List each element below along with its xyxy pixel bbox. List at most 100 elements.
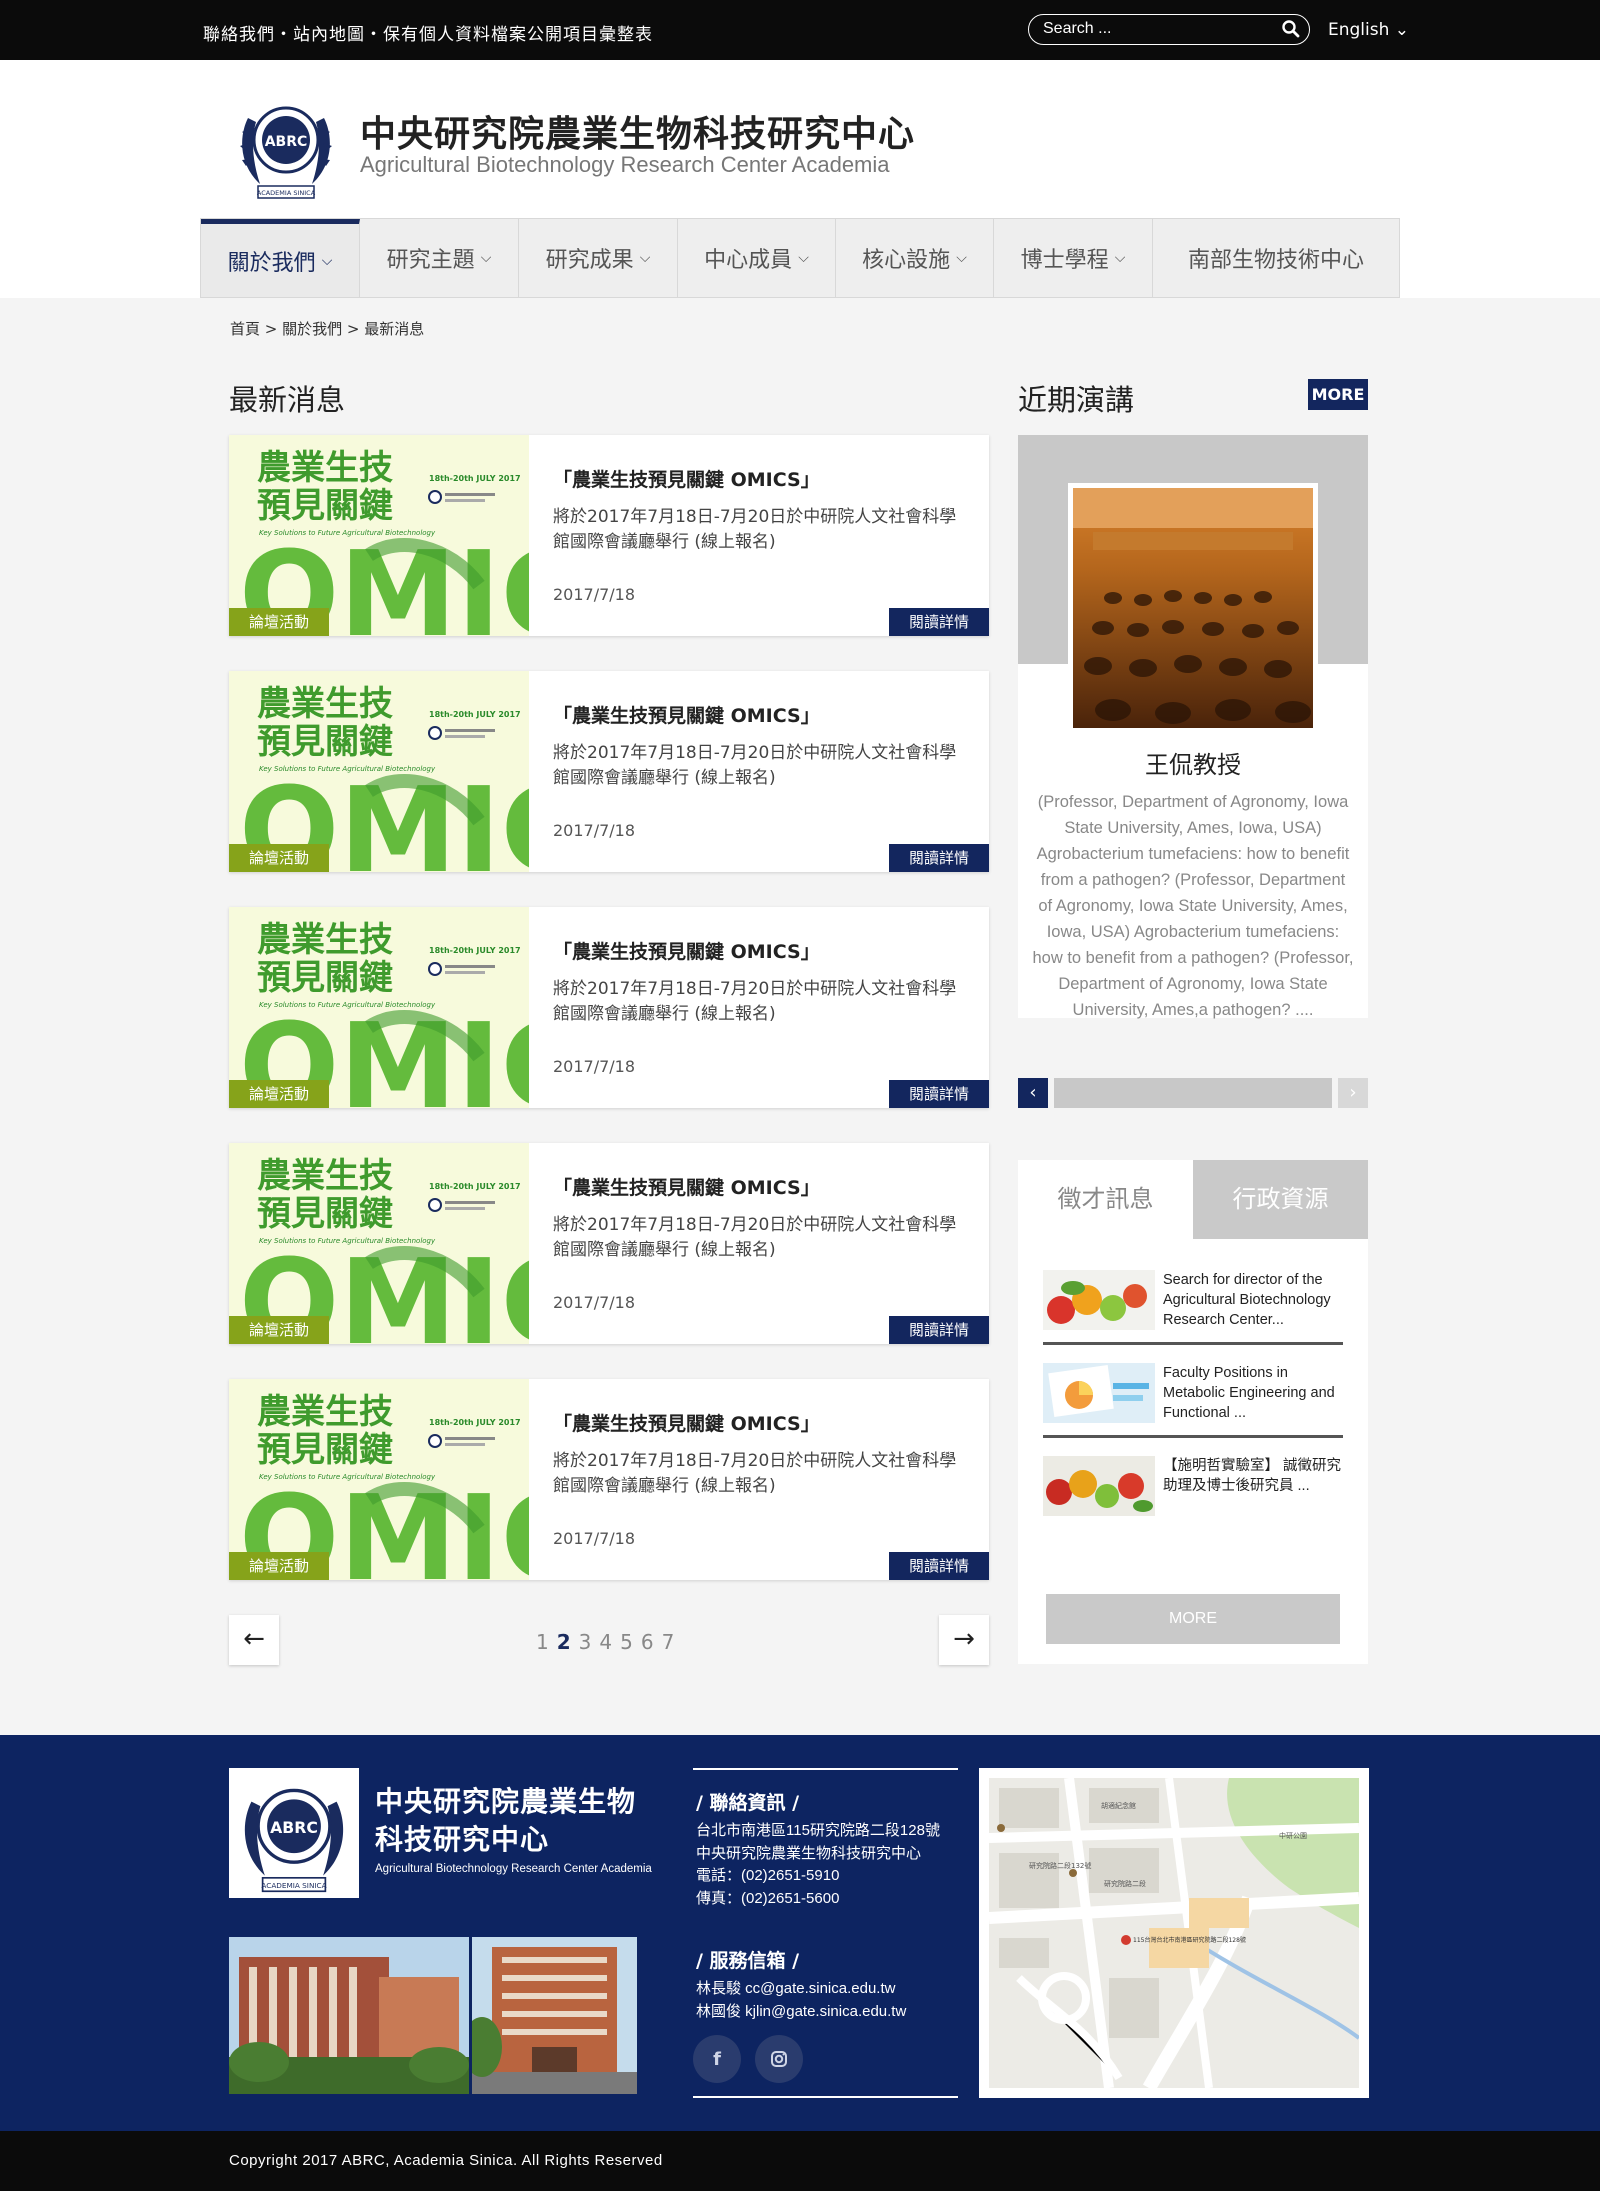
nav-item-members[interactable]: 中心成員 ⌵ <box>678 219 836 297</box>
page-number[interactable]: 5 <box>620 1630 641 1654</box>
main-nav-wrapper: 關於我們 ⌵ 研究主題 ⌵ 研究成果 ⌵ 中心成員 ⌵ 核心設施 ⌵ 博士學程 ⌵ 南部生物… <box>0 218 1600 298</box>
footer-title: 中央研究院農業生物科技研究中心 <box>375 1785 637 1856</box>
page-number[interactable]: 4 <box>599 1630 620 1654</box>
news-item[interactable]: 農業生技 預見關鍵 18th-20th JULY 2017 Key Soluti… <box>229 435 989 636</box>
prev-page-button[interactable]: ← <box>229 1615 279 1665</box>
read-more-button[interactable]: 閱讀詳情 <box>889 608 989 636</box>
news-title[interactable]: 「農業生技預見關鍵 OMICS」 <box>553 701 820 728</box>
news-thumbnail[interactable]: 農業生技 預見關鍵 18th-20th JULY 2017 Key Soluti… <box>229 907 529 1108</box>
poster-line: 預見關鍵 <box>257 958 393 998</box>
building-photo <box>472 1937 637 2094</box>
next-page-button[interactable]: → <box>939 1615 989 1665</box>
slider-prev-button[interactable]: ‹ <box>1018 1078 1048 1108</box>
copyright-text: Copyright 2017 ABRC, Academia Sinica. Al… <box>229 2152 663 2169</box>
news-item[interactable]: 農業生技 預見關鍵 18th-20th JULY 2017 Key Soluti… <box>229 1143 989 1344</box>
nav-label: 研究主題 <box>386 248 475 273</box>
abrc-logo[interactable]: ABRC ACADEMIA SINICA <box>228 88 344 204</box>
info-tabs: 徵才訊息 行政資源 Search for director of the Agr… <box>1018 1160 1368 1664</box>
location-map[interactable]: 胡適紀念館 研究院路二段132號 研究院路二段 115台灣台北市南港區研究院路二… <box>979 1768 1369 2098</box>
facebook-icon[interactable]: f <box>693 2035 741 2083</box>
language-selector[interactable]: English ⌄ <box>1328 20 1409 40</box>
instagram-icon[interactable] <box>755 2035 803 2083</box>
lectures-more-button[interactable]: MORE <box>1308 379 1368 410</box>
map-label: 研究院路二段132號 <box>1029 1861 1091 1870</box>
page-number[interactable]: 6 <box>641 1630 662 1654</box>
news-thumbnail[interactable]: 農業生技 預見關鍵 18th-20th JULY 2017 Key Soluti… <box>229 435 529 636</box>
read-more-button[interactable]: 閱讀詳情 <box>889 844 989 872</box>
search-box[interactable] <box>1028 14 1310 45</box>
map-label: 中研公園 <box>1279 1831 1307 1840</box>
breadcrumb[interactable]: 首頁 > 關於我們 > 最新消息 <box>230 318 424 339</box>
nav-item-core-facilities[interactable]: 核心設施 ⌵ <box>836 219 994 297</box>
poster-line: 農業生技 <box>257 1392 393 1432</box>
news-tag: 論壇活動 <box>229 1080 329 1108</box>
job-thumbnail <box>1043 1363 1155 1423</box>
building-photo <box>229 1937 469 2094</box>
tab-admin-resources[interactable]: 行政資源 <box>1193 1160 1368 1239</box>
map-image[interactable]: 胡適紀念館 研究院路二段132號 研究院路二段 115台灣台北市南港區研究院路二… <box>988 1777 1361 2092</box>
utility-links[interactable]: 聯絡我們・站內地圖・保有個人資料檔案公開項目彙整表 <box>203 20 653 45</box>
news-thumbnail[interactable]: 農業生技 預見關鍵 18th-20th JULY 2017 Key Soluti… <box>229 1379 529 1580</box>
read-more-button[interactable]: 閱讀詳情 <box>889 1316 989 1344</box>
footer-logo[interactable]: ABRC ACADEMIA SINICA <box>229 1768 359 1898</box>
news-title[interactable]: 「農業生技預見關鍵 OMICS」 <box>553 1173 820 1200</box>
address-line: 中央研究院農業生物科技研究中心 <box>696 1844 922 1862</box>
search-input[interactable] <box>1043 20 1263 38</box>
news-title[interactable]: 「農業生技預見關鍵 OMICS」 <box>553 465 820 492</box>
news-title[interactable]: 「農業生技預見關鍵 OMICS」 <box>553 937 820 964</box>
lecture-description: (Professor, Department of Agronomy, Iowa… <box>1032 793 1354 1019</box>
contact-column: / 聯絡資訊 / 台北市南港區115研究院路二段128號 中央研究院農業生物科技… <box>693 1768 958 2098</box>
site-title[interactable]: 中央研究院農業生物科技研究中心 <box>360 105 915 157</box>
nav-item-about[interactable]: 關於我們 ⌵ <box>201 219 360 297</box>
tab-jobs[interactable]: 徵才訊息 <box>1018 1160 1193 1239</box>
news-description: 將於2017年7月18日-7月20日於中研院人文社會科學館國際會議廳舉行 (線上… <box>553 1451 957 1496</box>
nav-label: 南部生物技術中心 <box>1187 248 1364 273</box>
search-icon[interactable] <box>1281 19 1301 39</box>
news-description: 將於2017年7月18日-7月20日於中研院人文社會科學館國際會議廳舉行 (線上… <box>553 1215 957 1260</box>
read-more-button[interactable]: 閱讀詳情 <box>889 1080 989 1108</box>
jobs-more-button[interactable]: MORE <box>1046 1594 1340 1644</box>
job-item[interactable]: 【施明哲實驗室】 誠徵研究助理及博士後研究員 ... <box>1043 1438 1343 1531</box>
news-description: 將於2017年7月18日-7月20日於中研院人文社會科學館國際會議廳舉行 (線上… <box>553 979 957 1024</box>
news-item[interactable]: 農業生技 預見關鍵 18th-20th JULY 2017 Key Soluti… <box>229 671 989 872</box>
page-number[interactable]: 7 <box>662 1630 683 1654</box>
poster-date: 18th-20th JULY 2017 <box>429 710 521 719</box>
nav-item-southern-center[interactable]: 南部生物技術中心 <box>1153 219 1399 297</box>
map-label: 115台灣台北市南港區研究院路二段128號 <box>1133 1936 1246 1944</box>
news-item[interactable]: 農業生技 預見關鍵 18th-20th JULY 2017 Key Soluti… <box>229 907 989 1108</box>
lecture-card[interactable]: 王侃教授 (Professor, Department of Agronomy,… <box>1018 435 1368 1019</box>
speaker-name[interactable]: 王侃教授 <box>1018 745 1368 780</box>
chevron-down-icon: ⌄ <box>1389 20 1410 40</box>
nav-item-phd-program[interactable]: 博士學程 ⌵ <box>994 219 1153 297</box>
logo-subtext: ACADEMIA SINICA <box>257 189 316 197</box>
page-number[interactable]: 3 <box>579 1630 600 1654</box>
read-more-button[interactable]: 閱讀詳情 <box>889 1552 989 1580</box>
email-link[interactable]: 林國俊 kjlin@gate.sinica.edu.tw <box>696 2001 906 2024</box>
nav-label: 核心設施 <box>862 248 951 273</box>
copyright-bar: Copyright 2017 ABRC, Academia Sinica. Al… <box>0 2131 1600 2191</box>
job-thumbnail <box>1043 1456 1155 1516</box>
mail-heading: / 服務信箱 / <box>696 1950 800 1972</box>
top-bar: 聯絡我們・站內地圖・保有個人資料檔案公開項目彙整表 English ⌄ <box>0 0 1600 60</box>
news-title[interactable]: 「農業生技預見關鍵 OMICS」 <box>553 1409 820 1436</box>
poster-line: 預見關鍵 <box>257 722 393 762</box>
slider-next-button[interactable]: › <box>1338 1078 1368 1108</box>
job-item[interactable]: Faculty Positions in Metabolic Engineeri… <box>1043 1345 1343 1438</box>
news-thumbnail[interactable]: 農業生技 預見關鍵 18th-20th JULY 2017 Key Soluti… <box>229 1143 529 1344</box>
news-description: 將於2017年7月18日-7月20日於中研院人文社會科學館國際會議廳舉行 (線上… <box>553 507 957 552</box>
slider-track[interactable] <box>1054 1078 1332 1108</box>
nav-label: 博士學程 <box>1020 248 1109 273</box>
news-date: 2017/7/18 <box>553 1293 636 1312</box>
page-number[interactable]: 2 <box>557 1630 579 1654</box>
nav-item-research-results[interactable]: 研究成果 ⌵ <box>519 219 678 297</box>
email-link[interactable]: 林長駿 cc@gate.sinica.edu.tw <box>696 1978 906 2001</box>
svg-text:f: f <box>713 2049 721 2070</box>
nav-item-research-topics[interactable]: 研究主題 ⌵ <box>360 219 519 297</box>
job-item[interactable]: Search for director of the Agricultural … <box>1043 1252 1343 1345</box>
map-label: 研究院路二段 <box>1104 1879 1146 1888</box>
news-item[interactable]: 農業生技 預見關鍵 18th-20th JULY 2017 Key Soluti… <box>229 1379 989 1580</box>
poster-line: 農業生技 <box>257 448 393 488</box>
page-number[interactable]: 1 <box>536 1630 557 1654</box>
news-thumbnail[interactable]: 農業生技 預見關鍵 18th-20th JULY 2017 Key Soluti… <box>229 671 529 872</box>
job-title: Faculty Positions in Metabolic Engineeri… <box>1163 1365 1335 1421</box>
